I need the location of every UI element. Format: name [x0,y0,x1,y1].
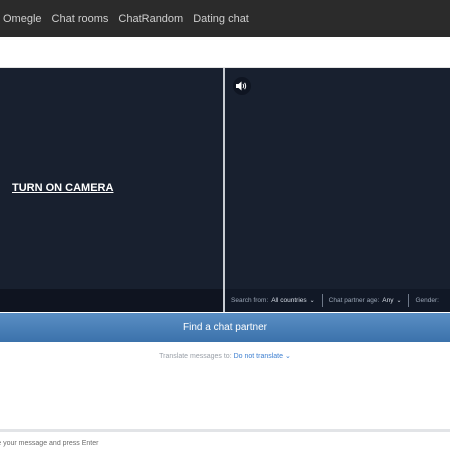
sound-toggle-button[interactable] [233,77,251,95]
partner-video-panel [225,68,450,289]
chevron-down-icon: ⌄ [309,298,315,304]
chevron-down-icon: ⌄ [396,298,402,304]
country-filter[interactable]: Search from: All countries ⌄ [225,294,323,307]
translate-option-value: Do not translate [233,353,284,360]
top-navbar: Omegle Chat rooms ChatRandom Dating chat [0,0,450,37]
own-video-footer [0,289,223,312]
find-chat-partner-button[interactable]: Find a chat partner [0,313,450,342]
nav-link-chatrandom[interactable]: ChatRandom [118,13,183,25]
header-strip [0,37,450,68]
nav-link-omegle[interactable]: Omegle [3,13,42,25]
translate-row: Translate messages to: Do not translate … [0,352,450,364]
age-filter-label: Chat partner age: [328,297,380,304]
age-filter-value: Any [382,297,394,304]
nav-link-chat-rooms[interactable]: Chat rooms [52,13,109,25]
gender-filter[interactable]: Gender: [409,294,446,307]
speaker-icon [236,81,247,91]
nav-links: Omegle Chat rooms ChatRandom Dating chat [0,13,249,25]
chat-input-bar [0,432,450,451]
country-filter-value: All countries [271,297,307,304]
own-video-panel: TURN ON CAMERA [0,68,223,289]
nav-link-dating-chat[interactable]: Dating chat [193,13,249,25]
partner-filters-bar: Search from: All countries ⌄ Chat partne… [225,289,450,312]
turn-on-camera-link[interactable]: TURN ON CAMERA [12,182,113,194]
chat-messages-area [0,368,450,429]
translate-option-dropdown[interactable]: Do not translate ⌄ [234,353,291,360]
age-filter[interactable]: Chat partner age: Any ⌄ [323,294,410,307]
message-input[interactable] [0,435,428,451]
chevron-down-icon: ⌄ [284,353,291,360]
country-filter-label: Search from: [231,297,269,304]
translate-label: Translate messages to: [159,353,232,360]
gender-filter-label: Gender: [415,297,439,304]
